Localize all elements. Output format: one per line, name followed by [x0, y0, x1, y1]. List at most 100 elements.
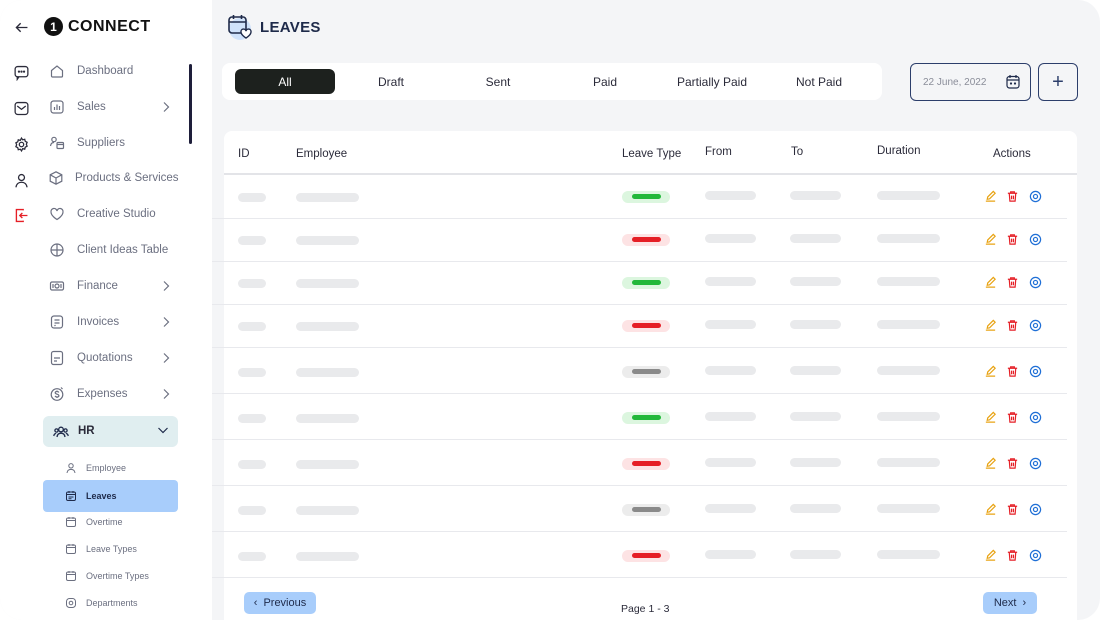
view-icon[interactable] [1028, 364, 1042, 378]
gear-icon[interactable] [11, 134, 31, 154]
delete-icon[interactable] [1005, 318, 1019, 332]
sidebar-item-products[interactable]: Products & Services [48, 164, 179, 192]
delete-icon[interactable] [1005, 364, 1019, 378]
sidebar-item-sales[interactable]: Sales [48, 93, 178, 121]
row-divider [212, 577, 1067, 578]
column-header-to[interactable]: To [791, 146, 803, 158]
from-placeholder [705, 234, 756, 243]
filter-tab-not-paid[interactable]: Not Paid [769, 69, 869, 94]
sidebar-item-label: Expenses [77, 388, 128, 400]
sidebar-subitem-leave-types[interactable]: Leave Types [43, 537, 178, 561]
edit-icon[interactable] [983, 410, 997, 424]
table-row[interactable] [212, 350, 1067, 394]
mail-icon[interactable] [11, 98, 31, 118]
table-row[interactable] [212, 304, 1067, 348]
sidebar-scrollbar[interactable] [189, 64, 192, 144]
duration-placeholder [877, 550, 940, 559]
edit-icon[interactable] [983, 275, 997, 289]
add-leave-button[interactable]: + [1038, 63, 1078, 101]
table-row[interactable] [212, 175, 1067, 219]
sidebar-subitem-label: Employee [86, 463, 127, 473]
edit-icon[interactable] [983, 548, 997, 562]
view-icon[interactable] [1028, 548, 1042, 562]
view-icon[interactable] [1028, 502, 1042, 516]
column-header-employee[interactable]: Employee [296, 148, 347, 160]
filter-tab-draft[interactable]: Draft [341, 69, 441, 94]
column-header-from[interactable]: From [705, 146, 732, 158]
user-icon[interactable] [11, 170, 31, 190]
chevron-right-icon [160, 100, 174, 114]
sidebar-item-dashboard[interactable]: Dashboard [48, 57, 178, 85]
sidebar-subitem-employee[interactable]: Employee [43, 456, 178, 480]
table-row[interactable] [212, 396, 1067, 440]
delete-icon[interactable] [1005, 189, 1019, 203]
sidebar-item-client-ideas[interactable]: Client Ideas Table [48, 236, 178, 264]
app-logo[interactable]: 1 CONNECT [44, 17, 151, 36]
view-icon[interactable] [1028, 456, 1042, 470]
duration-placeholder [877, 504, 940, 513]
view-icon[interactable] [1028, 189, 1042, 203]
view-icon[interactable] [1028, 275, 1042, 289]
sidebar-subitem-leaves[interactable]: Leaves [43, 480, 178, 512]
sidebar-item-quotations[interactable]: Quotations [48, 344, 178, 372]
sidebar-subitem-label: Leave Types [86, 544, 137, 554]
edit-icon[interactable] [983, 502, 997, 516]
sidebar-item-finance[interactable]: Finance [48, 272, 178, 300]
view-icon[interactable] [1028, 410, 1042, 424]
table-row[interactable] [212, 261, 1067, 305]
edit-icon[interactable] [983, 456, 997, 470]
back-arrow-icon[interactable] [11, 17, 31, 37]
delete-icon[interactable] [1005, 502, 1019, 516]
chat-icon[interactable] [11, 62, 31, 82]
delete-icon[interactable] [1005, 410, 1019, 424]
from-placeholder [705, 458, 756, 467]
chevron-left-icon: ‹ [253, 597, 258, 609]
next-page-button[interactable]: Next › [983, 592, 1037, 614]
delete-icon[interactable] [1005, 275, 1019, 289]
column-header-id[interactable]: ID [238, 148, 250, 160]
to-placeholder [790, 458, 841, 467]
sidebar-group-label: HR [78, 425, 95, 437]
row-divider [212, 439, 1067, 440]
filter-tab-sent[interactable]: Sent [448, 69, 548, 94]
previous-page-button[interactable]: ‹ Previous [244, 592, 316, 614]
sidebar-item-label: Suppliers [77, 137, 125, 149]
delete-icon[interactable] [1005, 456, 1019, 470]
id-placeholder [238, 193, 266, 202]
view-icon[interactable] [1028, 318, 1042, 332]
table-row[interactable] [212, 442, 1067, 486]
sidebar-item-creative-studio[interactable]: Creative Studio [48, 200, 178, 228]
sidebar-group-hr[interactable]: HR [43, 416, 178, 447]
leave-type-badge [622, 320, 670, 332]
leave-type-badge [622, 366, 670, 378]
sidebar-subitem-departments[interactable]: Departments [43, 591, 178, 615]
id-placeholder [238, 236, 266, 245]
sidebar-subitem-overtime[interactable]: Overtime [43, 510, 178, 534]
sidebar: 1 CONNECT Dashboard Sales Suppliers Prod… [42, 0, 212, 620]
sidebar-item-invoices[interactable]: Invoices [48, 308, 178, 336]
sidebar-subitem-overtime-types[interactable]: Overtime Types [43, 564, 178, 588]
table-row[interactable] [212, 218, 1067, 262]
calendar-icon [64, 490, 77, 503]
to-placeholder [790, 277, 841, 286]
table-row[interactable] [212, 488, 1067, 532]
logout-icon[interactable] [11, 205, 31, 225]
filter-tab-all[interactable]: All [235, 69, 335, 94]
filter-tab-partially-paid[interactable]: Partially Paid [662, 69, 762, 94]
chevron-right-icon: › [1022, 597, 1027, 609]
edit-icon[interactable] [983, 318, 997, 332]
delete-icon[interactable] [1005, 232, 1019, 246]
delete-icon[interactable] [1005, 548, 1019, 562]
date-picker[interactable]: 22 June, 2022 [910, 63, 1031, 101]
column-header-leave-type[interactable]: Leave Type [622, 148, 681, 160]
filter-tab-paid[interactable]: Paid [555, 69, 655, 94]
sidebar-item-expenses[interactable]: Expenses [48, 380, 178, 408]
column-header-actions: Actions [993, 148, 1031, 160]
edit-icon[interactable] [983, 189, 997, 203]
edit-icon[interactable] [983, 232, 997, 246]
column-header-duration[interactable]: Duration [877, 145, 920, 157]
edit-icon[interactable] [983, 364, 997, 378]
view-icon[interactable] [1028, 232, 1042, 246]
sidebar-item-suppliers[interactable]: Suppliers [48, 129, 178, 157]
table-row[interactable] [212, 534, 1067, 578]
